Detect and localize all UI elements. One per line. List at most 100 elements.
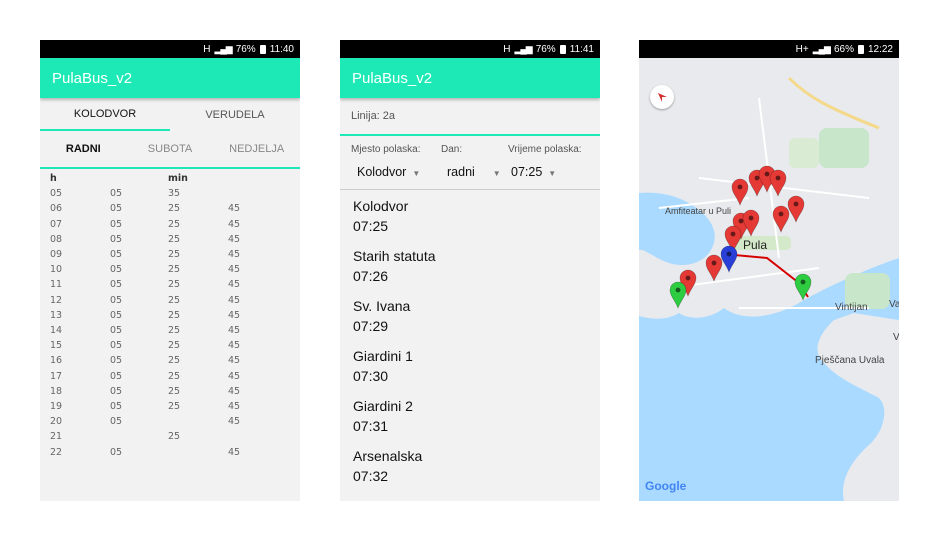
schedule-header-row: h min [50, 171, 278, 186]
hour-cell: 18 [50, 385, 63, 397]
stop-item[interactable]: Sv. Ivana 07:29 [353, 290, 600, 340]
minute-cell: 05 [110, 385, 123, 397]
tab-nedjelja[interactable]: NEDJELJA [213, 131, 300, 167]
minute-cell: 45 [228, 355, 241, 367]
hour-cell: 20 [50, 416, 63, 428]
dropdown-arrow-icon: ▼ [548, 169, 557, 178]
signal-bars-icon: ▂▄▆ [214, 43, 232, 54]
tab-subota[interactable]: SUBOTA [127, 131, 214, 167]
hour-cell: 17 [50, 370, 63, 382]
status-bar: H ▂▄▆ 76% 11:41 [340, 40, 600, 58]
hour-cell: 10 [50, 264, 63, 276]
stop-time: 07:31 [353, 418, 389, 434]
battery-icon [259, 44, 266, 54]
table-row: 20 05 45 [50, 414, 278, 429]
minute-cell: 25 [168, 203, 181, 215]
minute-cell: 05 [110, 294, 123, 306]
minute-cell [228, 429, 278, 444]
minute-cell: 45 [228, 370, 241, 382]
minute-cell: 05 [110, 203, 123, 215]
day-select[interactable]: radni ▼ [447, 165, 501, 179]
stop-item[interactable]: Giardini 1 07:30 [353, 340, 600, 390]
table-row: 18 05 25 45 [50, 384, 278, 399]
dropdown-arrow-icon: ▼ [412, 169, 421, 178]
departure-time-select[interactable]: 07:25 ▼ [511, 165, 556, 179]
station-tabs: KOLODVOR VERUDELA [40, 98, 300, 131]
stop-time: 07:26 [353, 268, 389, 284]
minute-cell: 45 [228, 309, 241, 321]
minute-cell: 45 [228, 446, 241, 458]
stop-name: Kolodvor [353, 198, 409, 214]
day-value: radni [447, 165, 475, 179]
map-canvas [639, 58, 899, 501]
table-row: 06 05 25 45 [50, 201, 278, 216]
stop-item[interactable]: Starih statuta 07:26 [353, 240, 600, 290]
signal-icon: H+ [795, 43, 809, 55]
minute-cell: 05 [110, 218, 123, 230]
signal-icon: H [203, 43, 211, 55]
minute-cell: 25 [168, 325, 181, 337]
minute-cell: 05 [110, 416, 123, 428]
dropdown-arrow-icon: ▼ [492, 169, 501, 178]
stop-time: 07:32 [353, 468, 389, 484]
minute-cell: 45 [228, 218, 241, 230]
stop-name: Starih statuta [353, 248, 436, 264]
minute-cell: 05 [110, 370, 123, 382]
table-row: 11 05 25 45 [50, 277, 278, 292]
stop-time: 07:30 [353, 368, 389, 384]
stop-time: 07:25 [353, 218, 389, 234]
schedule-body: 05 05 35 06 05 25 45 07 05 25 45 08 05 25 45 09 05 25 45 10… [50, 186, 278, 460]
stop-name: Sv. Ivana [353, 298, 411, 314]
minute-cell: 05 [110, 249, 123, 261]
departure-place-select[interactable]: Kolodvor ▼ [357, 165, 420, 179]
status-bar: H+ ▂▄▆ 66% 12:22 [639, 40, 899, 58]
departure-time-value: 07:25 [511, 165, 543, 179]
minute-cell: 45 [228, 249, 241, 261]
compass-icon[interactable] [650, 85, 674, 109]
table-row: 05 05 35 [50, 186, 278, 201]
minute-cell: 25 [168, 233, 181, 245]
stop-item[interactable]: Kolodvor 07:25 [353, 190, 600, 240]
google-logo-text: Google [645, 479, 687, 493]
table-row: 09 05 25 45 [50, 247, 278, 262]
hour-cell: 11 [50, 279, 63, 291]
hour-cell: 06 [50, 203, 63, 215]
label-va: Va [889, 299, 899, 310]
table-row: 15 05 25 45 [50, 338, 278, 353]
spacer-header [110, 171, 168, 186]
tab-radni[interactable]: RADNI [40, 131, 127, 167]
google-logo: Google [645, 479, 686, 493]
minute-cell: 45 [228, 294, 241, 306]
minute-cell: 45 [228, 279, 241, 291]
table-row: 12 05 25 45 [50, 293, 278, 308]
battery-percent: 66% [833, 43, 854, 55]
stop-item[interactable]: Mornarički trg [353, 490, 600, 501]
battery-percent: 76% [235, 43, 256, 55]
tab-verudela[interactable]: VERUDELA [170, 98, 300, 131]
hour-cell: 08 [50, 233, 63, 245]
schedule-table: h min 05 05 35 06 05 25 45 07 05 25 45 08 05 25 45 09 05… [50, 171, 278, 460]
map-view[interactable]: Amfiteatar u Puli Pula Vintijan Va Pješč… [639, 58, 899, 501]
table-row: 16 05 25 45 [50, 353, 278, 368]
minute-cell [168, 414, 228, 429]
minute-header: min [168, 173, 188, 184]
tab-kolodvor[interactable]: KOLODVOR [40, 98, 170, 131]
clock: 12:22 [867, 43, 893, 55]
minute-cell: 35 [168, 188, 181, 200]
label-pjescana-uvala: Pješčana Uvala [815, 355, 885, 366]
status-bar: H ▂▄▆ 76% 11:40 [40, 40, 300, 58]
minute-cell: 05 [110, 188, 123, 200]
minute-cell: 25 [168, 309, 181, 321]
stop-item[interactable]: Giardini 2 07:31 [353, 390, 600, 440]
minute-cell: 05 [110, 264, 123, 276]
minute-cell: 45 [228, 416, 241, 428]
filters-bar: Mjesto polaska: Dan: Vrijeme polaska: Ko… [340, 136, 600, 190]
table-row: 22 05 45 [50, 445, 278, 460]
map-screen: H+ ▂▄▆ 66% 12:22 Amfiteatar u Puli Pula … [639, 40, 899, 501]
clock: 11:40 [269, 43, 294, 55]
stop-item[interactable]: Arsenalska 07:32 [353, 440, 600, 490]
minute-cell: 25 [168, 385, 181, 397]
minute-cell: 45 [228, 233, 241, 245]
hour-cell: 16 [50, 355, 63, 367]
spacer-header [228, 171, 278, 186]
